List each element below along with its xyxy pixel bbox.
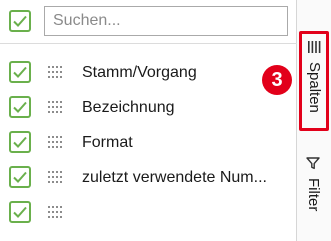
column-checkbox[interactable] (9, 61, 31, 83)
column-row[interactable] (0, 195, 297, 230)
column-row[interactable]: Bezeichnung (0, 90, 297, 125)
column-label: Stamm/Vorgang (82, 64, 197, 81)
column-chooser-panel: Stamm/Vorgang Bezeichnung Format (0, 0, 297, 241)
checkmark-icon (13, 101, 27, 113)
column-label: zuletzt verwendete Num... (82, 169, 267, 186)
column-checkbox[interactable] (9, 201, 31, 223)
checkmark-icon (13, 206, 27, 218)
tab-label: Filter (305, 178, 322, 212)
tab-filter[interactable]: Filter (299, 150, 329, 238)
select-all-checkbox[interactable] (9, 10, 31, 32)
checkmark-icon (13, 136, 27, 148)
column-row[interactable]: Format (0, 125, 297, 160)
tool-panel-sidebar: Spalten Filter (297, 0, 331, 241)
checkmark-icon (13, 15, 27, 27)
column-label: Format (82, 134, 133, 151)
funnel-icon (306, 157, 320, 170)
drag-handle-icon[interactable] (48, 206, 64, 218)
column-row[interactable]: zuletzt verwendete Num... (0, 160, 297, 195)
column-checkbox[interactable] (9, 96, 31, 118)
columns-icon (308, 41, 321, 53)
column-label: Bezeichnung (82, 99, 175, 116)
checkmark-icon (13, 171, 27, 183)
search-box[interactable] (44, 6, 288, 36)
search-input[interactable] (45, 7, 287, 35)
column-checkbox[interactable] (9, 131, 31, 153)
panel-header (0, 0, 297, 44)
tab-label: Spalten (306, 62, 323, 113)
drag-handle-icon[interactable] (48, 66, 64, 78)
annotation-badge: 3 (262, 65, 292, 95)
drag-handle-icon[interactable] (48, 136, 64, 148)
column-checkbox[interactable] (9, 166, 31, 188)
column-row[interactable]: Stamm/Vorgang (0, 55, 297, 90)
drag-handle-icon[interactable] (48, 171, 64, 183)
drag-handle-icon[interactable] (48, 101, 64, 113)
checkmark-icon (13, 66, 27, 78)
tab-spalten[interactable]: Spalten (299, 31, 329, 131)
